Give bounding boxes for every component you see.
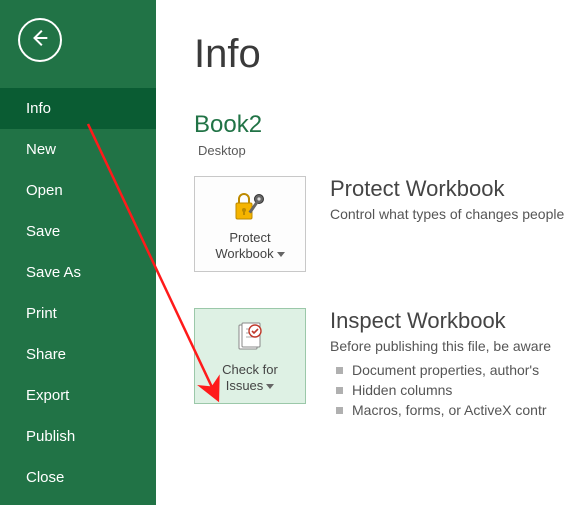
chevron-down-icon — [266, 384, 274, 389]
check-for-issues-button[interactable]: Check for Issues — [194, 308, 306, 404]
nav-label: Publish — [26, 428, 75, 445]
nav-label: Save — [26, 223, 60, 240]
inspect-section: Check for Issues Inspect Workbook Before… — [194, 308, 567, 420]
sidebar-item-info[interactable]: Info — [0, 88, 156, 129]
page-title: Info — [194, 32, 567, 77]
file-path: Desktop — [198, 143, 567, 158]
list-item: Document properties, author's — [330, 360, 567, 380]
sidebar-item-print[interactable]: Print — [0, 293, 156, 334]
protect-heading: Protect Workbook — [330, 176, 567, 202]
sidebar-item-save[interactable]: Save — [0, 211, 156, 252]
nav-label: Close — [26, 469, 64, 486]
check-issues-button-label: Check for Issues — [222, 362, 278, 395]
nav-label: Save As — [26, 264, 81, 281]
chevron-down-icon — [277, 252, 285, 257]
sidebar-item-open[interactable]: Open — [0, 170, 156, 211]
nav-label: New — [26, 141, 56, 158]
protect-desc: Control what types of changes people — [330, 206, 567, 222]
protect-workbook-button[interactable]: Protect Workbook — [194, 176, 306, 272]
sidebar-item-new[interactable]: New — [0, 129, 156, 170]
sidebar-item-export[interactable]: Export — [0, 375, 156, 416]
list-item: Macros, forms, or ActiveX contr — [330, 400, 567, 420]
inspect-desc: Before publishing this file, be aware — [330, 338, 567, 354]
document-check-icon — [233, 320, 267, 356]
back-button[interactable] — [18, 18, 62, 62]
nav-label: Print — [26, 305, 57, 322]
sidebar-item-share[interactable]: Share — [0, 334, 156, 375]
list-item: Hidden columns — [330, 380, 567, 400]
back-arrow-icon — [29, 27, 51, 54]
sidebar-item-publish[interactable]: Publish — [0, 416, 156, 457]
backstage-sidebar: Info New Open Save Save As Print Share E… — [0, 0, 156, 505]
nav-label: Export — [26, 387, 69, 404]
lock-key-icon — [232, 188, 268, 224]
protect-section: Protect Workbook Protect Workbook Contro… — [194, 176, 567, 272]
inspect-heading: Inspect Workbook — [330, 308, 567, 334]
protect-button-label: Protect Workbook — [215, 230, 284, 263]
content-area: Info Book2 Desktop Protect — [156, 0, 567, 505]
nav-label: Info — [26, 100, 51, 117]
nav-label: Open — [26, 182, 63, 199]
sidebar-item-save-as[interactable]: Save As — [0, 252, 156, 293]
sidebar-item-close[interactable]: Close — [0, 457, 156, 498]
inspect-bullet-list: Document properties, author's Hidden col… — [330, 360, 567, 420]
file-name: Book2 — [194, 111, 567, 139]
nav-label: Share — [26, 346, 66, 363]
